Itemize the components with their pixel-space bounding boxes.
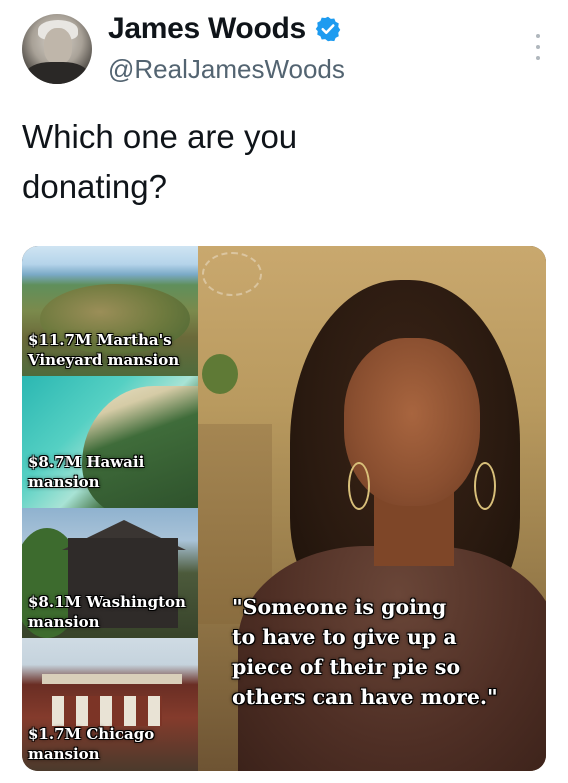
plant-shape — [202, 354, 238, 394]
house-label-washington: $8.1M Washington mansion — [28, 593, 186, 631]
more-dot — [536, 45, 540, 49]
quote-text: "Someone is going to have to give up a p… — [232, 595, 498, 709]
tweet-header: James Woods @RealJamesWoods — [0, 0, 568, 100]
windows-shape — [52, 696, 162, 726]
stamp-mark — [202, 252, 262, 296]
tweet-text: Which one are you donating? — [22, 118, 298, 205]
avatar-face — [44, 28, 72, 64]
more-options-icon[interactable] — [534, 34, 542, 60]
more-dot — [536, 56, 540, 60]
display-name[interactable]: James Woods — [108, 12, 306, 46]
earring-right — [474, 462, 496, 510]
house-label-marthas-vineyard: $11.7M Martha's Vineyard mansion — [28, 331, 180, 369]
house-label-hawaii: $8.7M Hawaii mansion — [28, 453, 145, 491]
verified-badge-icon — [315, 16, 341, 42]
tweet-media-image[interactable]: $11.7M Martha's Vineyard mansion $8.7M H… — [22, 246, 546, 771]
more-dot — [536, 34, 540, 38]
cornice-shape — [42, 674, 182, 684]
name-row: James Woods — [108, 12, 342, 46]
house-label-chicago: $1.7M Chicago mansion — [28, 725, 155, 763]
user-handle[interactable]: @RealJamesWoods — [108, 54, 345, 85]
earring-left — [348, 462, 370, 510]
avatar[interactable] — [22, 14, 92, 84]
avatar-body — [26, 62, 88, 84]
